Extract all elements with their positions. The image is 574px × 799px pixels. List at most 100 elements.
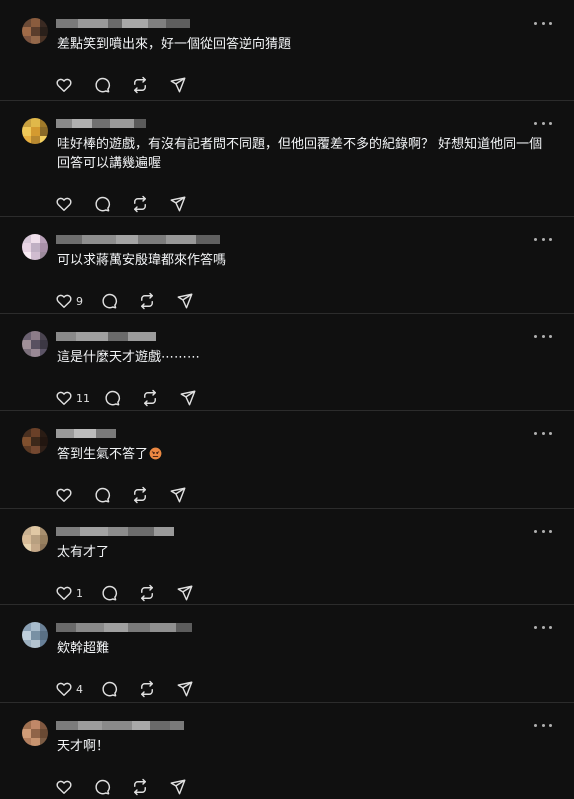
share-button[interactable] — [169, 485, 187, 505]
like-icon — [55, 778, 73, 796]
avatar[interactable] — [22, 118, 48, 144]
more-options-icon[interactable] — [534, 329, 552, 343]
repost-button[interactable] — [138, 291, 156, 311]
reply-icon — [93, 76, 111, 94]
more-options-icon[interactable] — [534, 718, 552, 732]
avatar[interactable] — [22, 18, 48, 44]
reply-item: 這是什麼天才遊戲⋯⋯⋯ 11 — [0, 313, 574, 410]
reply-button[interactable] — [93, 777, 111, 797]
reply-text: 答到生氣不答了 — [57, 445, 550, 464]
share-button[interactable] — [169, 777, 187, 797]
reply-text: 欸幹超難 — [57, 639, 550, 658]
share-button[interactable] — [169, 75, 187, 95]
like-icon — [55, 680, 73, 698]
reply-text: 可以求蔣萬安殷瑋都來作答嗎 — [57, 251, 550, 270]
action-bar: 9 — [55, 291, 194, 311]
reply-button[interactable] — [100, 291, 118, 311]
action-bar — [55, 777, 187, 797]
reply-item: 哇好棒的遊戲，有沒有記者問不同題，但他回覆差不多的紀錄啊？ 好想知道他同一個回答… — [0, 100, 574, 216]
share-button[interactable] — [176, 291, 194, 311]
repost-button[interactable] — [131, 485, 149, 505]
repost-button[interactable] — [131, 777, 149, 797]
reply-button[interactable] — [93, 75, 111, 95]
repost-button[interactable] — [131, 194, 149, 214]
like-icon — [55, 584, 73, 602]
reply-button[interactable] — [103, 388, 121, 408]
share-button[interactable] — [176, 679, 194, 699]
action-bar — [55, 194, 187, 214]
avatar[interactable] — [22, 720, 48, 746]
reply-button[interactable] — [100, 583, 118, 603]
repost-button[interactable] — [138, 583, 156, 603]
like-count: 9 — [76, 294, 83, 308]
share-button[interactable] — [169, 194, 187, 214]
reply-item: 差點笑到噴出來，好一個從回答逆向猜題 — [0, 0, 574, 100]
repost-icon — [138, 292, 156, 310]
repost-button[interactable] — [138, 679, 156, 699]
like-button[interactable] — [55, 777, 73, 797]
like-count: 4 — [76, 682, 83, 696]
username-redacted[interactable] — [56, 426, 116, 440]
reply-text: 太有才了 — [57, 543, 550, 562]
username-redacted[interactable] — [56, 16, 190, 30]
like-button[interactable] — [55, 75, 73, 95]
username-redacted[interactable] — [56, 232, 220, 246]
like-icon — [55, 292, 73, 310]
like-icon — [55, 486, 73, 504]
username-redacted[interactable] — [56, 718, 184, 732]
repost-icon — [138, 584, 156, 602]
reply-icon — [100, 292, 118, 310]
repost-icon — [131, 195, 149, 213]
like-count: 1 — [76, 586, 83, 600]
like-button[interactable]: 4 — [55, 679, 83, 699]
username-redacted[interactable] — [56, 620, 192, 634]
avatar[interactable] — [22, 526, 48, 552]
like-button[interactable]: 9 — [55, 291, 83, 311]
avatar[interactable] — [22, 234, 48, 260]
avatar[interactable] — [22, 428, 48, 454]
repost-button[interactable] — [141, 388, 159, 408]
reply-button[interactable] — [93, 485, 111, 505]
username-redacted[interactable] — [56, 116, 146, 130]
more-options-icon[interactable] — [534, 116, 552, 130]
action-bar: 11 — [55, 388, 197, 408]
divider — [0, 508, 574, 509]
reply-text-content: 天才啊！ — [57, 739, 110, 754]
reply-text-content: 哇好棒的遊戲，有沒有記者問不同題，但他回覆差不多的紀錄啊？ 好想知道他同一個回答… — [57, 137, 543, 171]
more-options-icon[interactable] — [534, 232, 552, 246]
share-button[interactable] — [176, 583, 194, 603]
more-options-icon[interactable] — [534, 16, 552, 30]
share-button[interactable] — [179, 388, 197, 408]
avatar[interactable] — [22, 331, 48, 357]
reply-button[interactable] — [100, 679, 118, 699]
angry-face-icon — [148, 447, 162, 462]
repost-icon — [131, 76, 149, 94]
reply-item: 天才啊！ — [0, 702, 574, 799]
like-button[interactable]: 11 — [55, 388, 90, 408]
avatar[interactable] — [22, 622, 48, 648]
more-options-icon[interactable] — [534, 620, 552, 634]
like-button[interactable]: 1 — [55, 583, 83, 603]
reply-text-content: 欸幹超難 — [57, 641, 110, 656]
like-count: 11 — [76, 391, 90, 405]
action-bar: 1 — [55, 583, 194, 603]
username-redacted[interactable] — [56, 329, 156, 343]
reply-item: 太有才了 1 — [0, 508, 574, 604]
like-icon — [55, 76, 73, 94]
like-button[interactable] — [55, 194, 73, 214]
reply-icon — [100, 680, 118, 698]
more-options-icon[interactable] — [534, 426, 552, 440]
action-bar — [55, 485, 187, 505]
action-bar — [55, 75, 187, 95]
username-redacted[interactable] — [56, 524, 174, 538]
more-options-icon[interactable] — [534, 524, 552, 538]
reply-item: 答到生氣不答了 — [0, 410, 574, 508]
repost-button[interactable] — [131, 75, 149, 95]
divider — [0, 313, 574, 314]
reply-item: 欸幹超難 4 — [0, 604, 574, 702]
like-button[interactable] — [55, 485, 73, 505]
reply-button[interactable] — [93, 194, 111, 214]
reply-icon — [93, 486, 111, 504]
share-icon — [176, 680, 194, 698]
reply-feed: 差點笑到噴出來，好一個從回答逆向猜題哇好棒的遊戲，有沒有記者問不同題，但他回覆差… — [0, 0, 574, 799]
